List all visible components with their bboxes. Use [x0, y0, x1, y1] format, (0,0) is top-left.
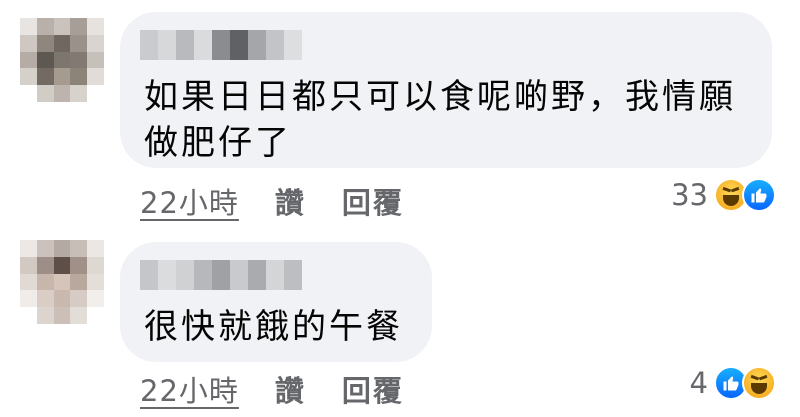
author-name-redacted[interactable]	[140, 260, 302, 290]
avatar[interactable]	[20, 240, 104, 324]
comment-timestamp[interactable]: 22小時	[140, 180, 239, 222]
reaction-summary[interactable]: 33	[671, 178, 776, 212]
like-icon	[742, 178, 776, 212]
comment-timestamp[interactable]: 22小時	[140, 368, 239, 410]
avatar[interactable]	[20, 18, 104, 102]
comment-bubble: 很快就餓的午餐	[120, 242, 432, 362]
reaction-count: 4	[689, 366, 708, 400]
comment-text: 如果日日都只可以食呢啲野，我情願做肥仔了	[144, 77, 736, 163]
reply-button[interactable]: 回覆	[342, 180, 404, 222]
reaction-count: 33	[671, 178, 708, 212]
comment: 很快就餓的午餐 22小時 讚 回覆 4	[0, 232, 800, 417]
comment-bubble: 如果日日都只可以食呢啲野，我情願做肥仔了	[120, 12, 772, 168]
comment-actions: 22小時 讚 回覆	[140, 180, 404, 222]
comment-thread: 如果日日都只可以食呢啲野，我情願做肥仔了 22小時 讚 回覆 33 很快就餓的午…	[0, 0, 800, 417]
reply-button[interactable]: 回覆	[342, 368, 404, 410]
comment-text: 很快就餓的午餐	[144, 307, 403, 347]
comment-actions: 22小時 讚 回覆	[140, 368, 404, 410]
like-button[interactable]: 讚	[275, 180, 306, 222]
reaction-summary[interactable]: 4	[690, 366, 776, 400]
haha-icon	[742, 366, 776, 400]
author-name-redacted[interactable]	[140, 30, 302, 60]
like-button[interactable]: 讚	[275, 368, 306, 410]
comment: 如果日日都只可以食呢啲野，我情願做肥仔了 22小時 讚 回覆 33	[0, 0, 800, 230]
